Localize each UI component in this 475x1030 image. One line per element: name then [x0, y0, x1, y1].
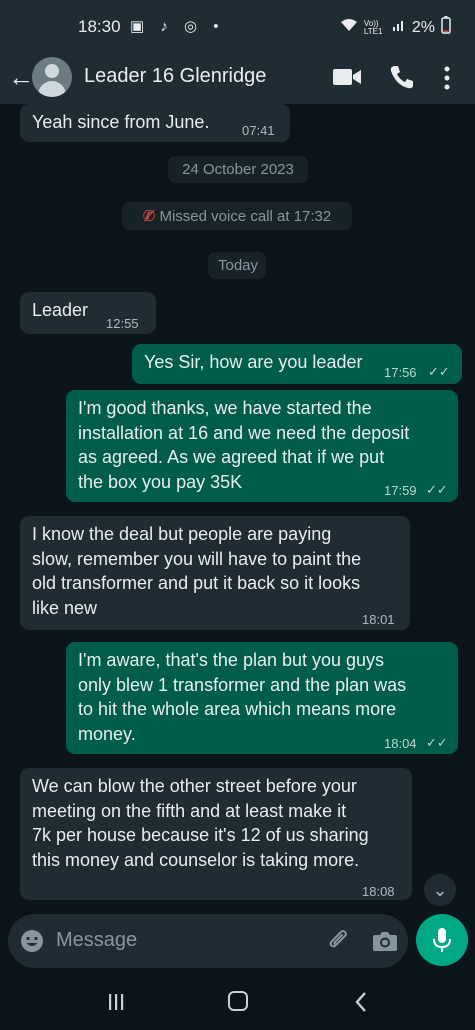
message-line: only blew 1 transformer and the plan was: [78, 674, 407, 695]
battery-percent: 2%: [411, 18, 435, 36]
message-time: 17:56: [384, 365, 417, 380]
status-notification-icons: ▣ ♪ ◎ •: [130, 18, 225, 35]
message-line: I know the deal but people are paying: [32, 524, 332, 544]
more-options-icon[interactable]: [440, 64, 454, 92]
message-incoming[interactable]: Leader 12:55: [20, 292, 156, 334]
chat-header: ← Leader 16 Glenridge: [0, 52, 475, 104]
read-receipt-icon: ✓✓: [426, 482, 448, 497]
read-receipt-icon: ✓✓: [428, 364, 450, 379]
status-bar: 18:30 ▣ ♪ ◎ • Vo)) LTE1 2%: [0, 0, 475, 52]
message-line: slow, remember you will have to paint th…: [32, 548, 362, 569]
message-outgoing[interactable]: I'm good thanks, we have started the ins…: [66, 390, 458, 502]
message-outgoing[interactable]: I'm aware, that's the plan but you guys …: [66, 642, 458, 754]
message-time: 17:59: [384, 483, 417, 498]
read-receipt-icon: ✓✓: [426, 735, 448, 750]
message-line: 7k per house because it's 12 of us shari…: [32, 825, 369, 845]
message-line: installation at 16 and we need the depos…: [78, 422, 410, 443]
system-navigation-bar: [0, 975, 475, 1030]
avatar[interactable]: [32, 57, 72, 97]
voice-message-button[interactable]: [416, 914, 468, 966]
message-text: Leader: [32, 300, 89, 320]
double-chevron-down-icon: ⌄: [432, 879, 448, 900]
emoji-icon[interactable]: [20, 929, 44, 953]
message-line: I'm good thanks, we have started the: [78, 398, 372, 418]
status-right: Vo)) LTE1 2%: [340, 16, 451, 39]
signal-icon: [392, 18, 406, 37]
missed-call-text: Missed voice call at 17:32: [159, 208, 332, 225]
date-separator: Today: [208, 252, 266, 279]
message-line: We can blow the other street before your: [32, 776, 357, 796]
message-text: Yeah since from June.: [32, 112, 210, 132]
date-separator-text: 24 October 2023: [182, 161, 294, 178]
message-line: this money and counselor is taking more.: [32, 849, 360, 870]
battery-icon: [441, 16, 451, 39]
message-time: 18:04: [384, 736, 417, 751]
missed-call-notice[interactable]: ✆̸ Missed voice call at 17:32: [122, 202, 352, 230]
message-composer[interactable]: Message: [8, 914, 408, 968]
nav-back-icon[interactable]: [354, 991, 368, 1013]
voice-call-icon[interactable]: [388, 64, 414, 90]
attach-icon[interactable]: [326, 928, 352, 954]
network-label: Vo)) LTE1: [363, 18, 383, 36]
message-outgoing[interactable]: Yes Sir, how are you leader 17:56 ✓✓: [132, 344, 462, 384]
message-time: 18:08: [362, 884, 395, 899]
back-arrow-icon[interactable]: ←: [8, 62, 34, 93]
status-time: 18:30: [78, 17, 121, 36]
message-line: to hit the whole area which means more: [78, 699, 397, 719]
date-separator-text: Today: [218, 257, 259, 274]
contact-name[interactable]: Leader 16 Glenridge: [84, 65, 266, 88]
message-incoming[interactable]: I know the deal but people are paying sl…: [20, 516, 410, 630]
message-incoming[interactable]: We can blow the other street before your…: [20, 768, 412, 900]
missed-call-icon: ✆̸: [142, 208, 156, 225]
microphone-icon: [433, 928, 451, 952]
message-line: as agreed. As we agreed that if we put: [78, 447, 385, 467]
message-time: 18:01: [362, 612, 395, 627]
message-time: 07:41: [242, 123, 275, 138]
message-text: Yes Sir, how are you leader: [144, 352, 363, 372]
message-line: like new: [32, 597, 98, 618]
video-call-icon[interactable]: [332, 66, 362, 88]
scroll-to-bottom-button[interactable]: ⌄: [424, 874, 456, 906]
avatar-head: [45, 64, 59, 78]
home-icon[interactable]: [228, 991, 248, 1011]
message-time: 12:55: [106, 316, 139, 331]
avatar-body: [38, 81, 66, 97]
wifi-icon: [340, 18, 358, 37]
chat-area[interactable]: Yeah since from June. 07:41 24 October 2…: [0, 104, 475, 910]
camera-icon[interactable]: [372, 929, 398, 953]
message-line: old transformer and put it back so it lo…: [32, 573, 361, 593]
message-line: meeting on the fifth and at least make i…: [32, 800, 347, 821]
date-separator: 24 October 2023: [168, 156, 308, 183]
message-input[interactable]: Message: [56, 929, 137, 952]
message-incoming[interactable]: Yeah since from June. 07:41: [20, 104, 290, 142]
recent-apps-icon[interactable]: [107, 992, 125, 1012]
message-line: I'm aware, that's the plan but you guys: [78, 650, 385, 670]
